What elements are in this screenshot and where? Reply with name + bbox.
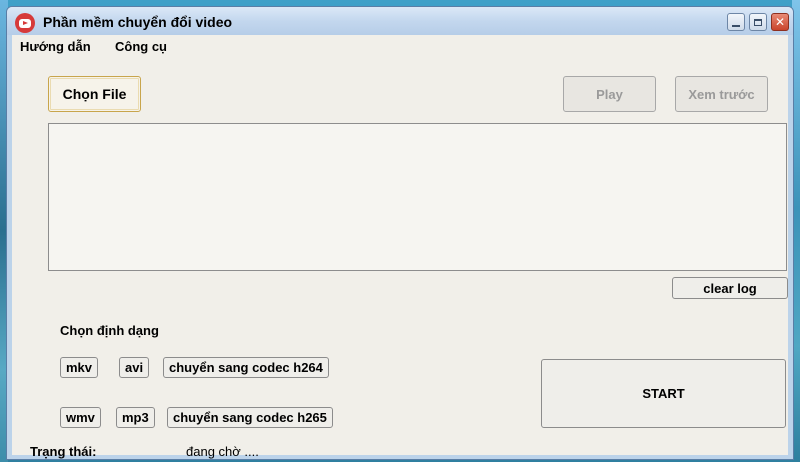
format-heading: Chọn định dạng: [60, 323, 159, 338]
choose-file-button[interactable]: Chọn File: [48, 76, 141, 112]
maximize-icon: [754, 18, 762, 26]
close-button[interactable]: ✕: [771, 13, 789, 31]
codec-option-h264[interactable]: chuyển sang codec h264: [163, 357, 329, 378]
log-textbox[interactable]: [48, 123, 787, 271]
format-option-mkv[interactable]: mkv: [60, 357, 99, 378]
menu-bar: Hướng dẫn Công cụ: [12, 35, 788, 57]
menu-item-huong-dan[interactable]: Hướng dẫn: [20, 39, 91, 54]
window-client-area: Hướng dẫn Công cụ Chọn File Play Xem trư…: [12, 35, 788, 459]
preview-button[interactable]: Xem trước: [675, 76, 768, 112]
window-title: Phần mềm chuyển đổi video: [43, 14, 233, 30]
minimize-button[interactable]: [727, 13, 745, 31]
close-icon: ✕: [774, 15, 786, 29]
menu-item-cong-cu[interactable]: Công cụ: [115, 39, 167, 54]
minimize-icon: [732, 24, 740, 27]
maximize-button[interactable]: [749, 13, 767, 31]
status-label: Trạng thái:: [30, 444, 97, 459]
title-bar[interactable]: Phần mềm chuyển đổi video ✕: [7, 7, 793, 35]
format-option-mp3[interactable]: mp3: [116, 407, 155, 428]
codec-option-h265[interactable]: chuyển sang codec h265: [167, 407, 333, 428]
play-button[interactable]: Play: [563, 76, 656, 112]
video-play-icon[interactable]: [15, 13, 35, 33]
start-button[interactable]: START: [541, 359, 786, 428]
clear-log-button[interactable]: clear log: [672, 277, 788, 299]
status-value: đang chờ ....: [186, 444, 259, 459]
format-option-wmv[interactable]: wmv: [60, 407, 101, 428]
app-window: Phần mềm chuyển đổi video ✕ Hướng dẫn Cô…: [6, 6, 794, 460]
format-option-avi[interactable]: avi: [119, 357, 150, 378]
